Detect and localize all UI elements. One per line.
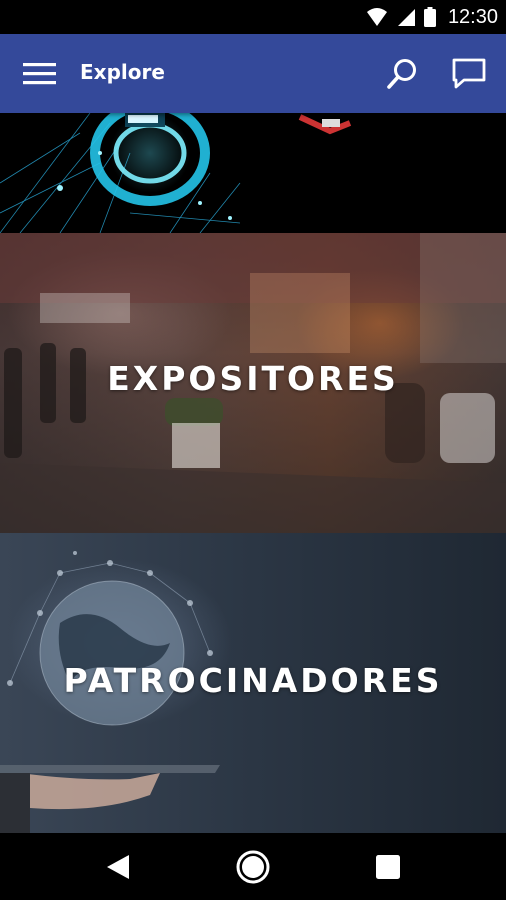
status-icons: 12:30 [366,0,498,34]
recents-icon [376,855,400,879]
page-title: Explore [80,60,165,84]
search-icon [387,59,416,89]
search-button[interactable] [385,56,421,92]
technology-network-image [0,113,506,233]
home-icon [236,850,270,884]
expositores-tile[interactable]: EXPOSITORES [0,233,506,533]
system-nav-bar [0,833,506,900]
expositores-label: EXPOSITORES [107,359,399,398]
chat-icon [452,58,486,89]
technology-tile[interactable] [0,113,506,233]
status-time: 12:30 [447,5,498,28]
battery-icon [423,7,436,27]
patrocinadores-tile[interactable]: PATROCINADORES [0,533,506,833]
menu-button[interactable] [22,58,58,90]
patrocinadores-label: PATROCINADORES [63,661,443,700]
signal-icon [397,9,415,26]
back-button[interactable] [99,847,139,887]
recents-button[interactable] [367,847,407,887]
home-button[interactable] [233,847,273,887]
chat-button[interactable] [450,56,488,92]
app-bar: Explore [0,34,506,113]
menu-icon [23,63,56,85]
explore-content: EXPOSITORES PATROCINADORES [0,113,506,833]
wifi-icon [366,8,387,26]
status-bar: 12:30 [0,0,506,34]
back-icon [107,855,129,879]
